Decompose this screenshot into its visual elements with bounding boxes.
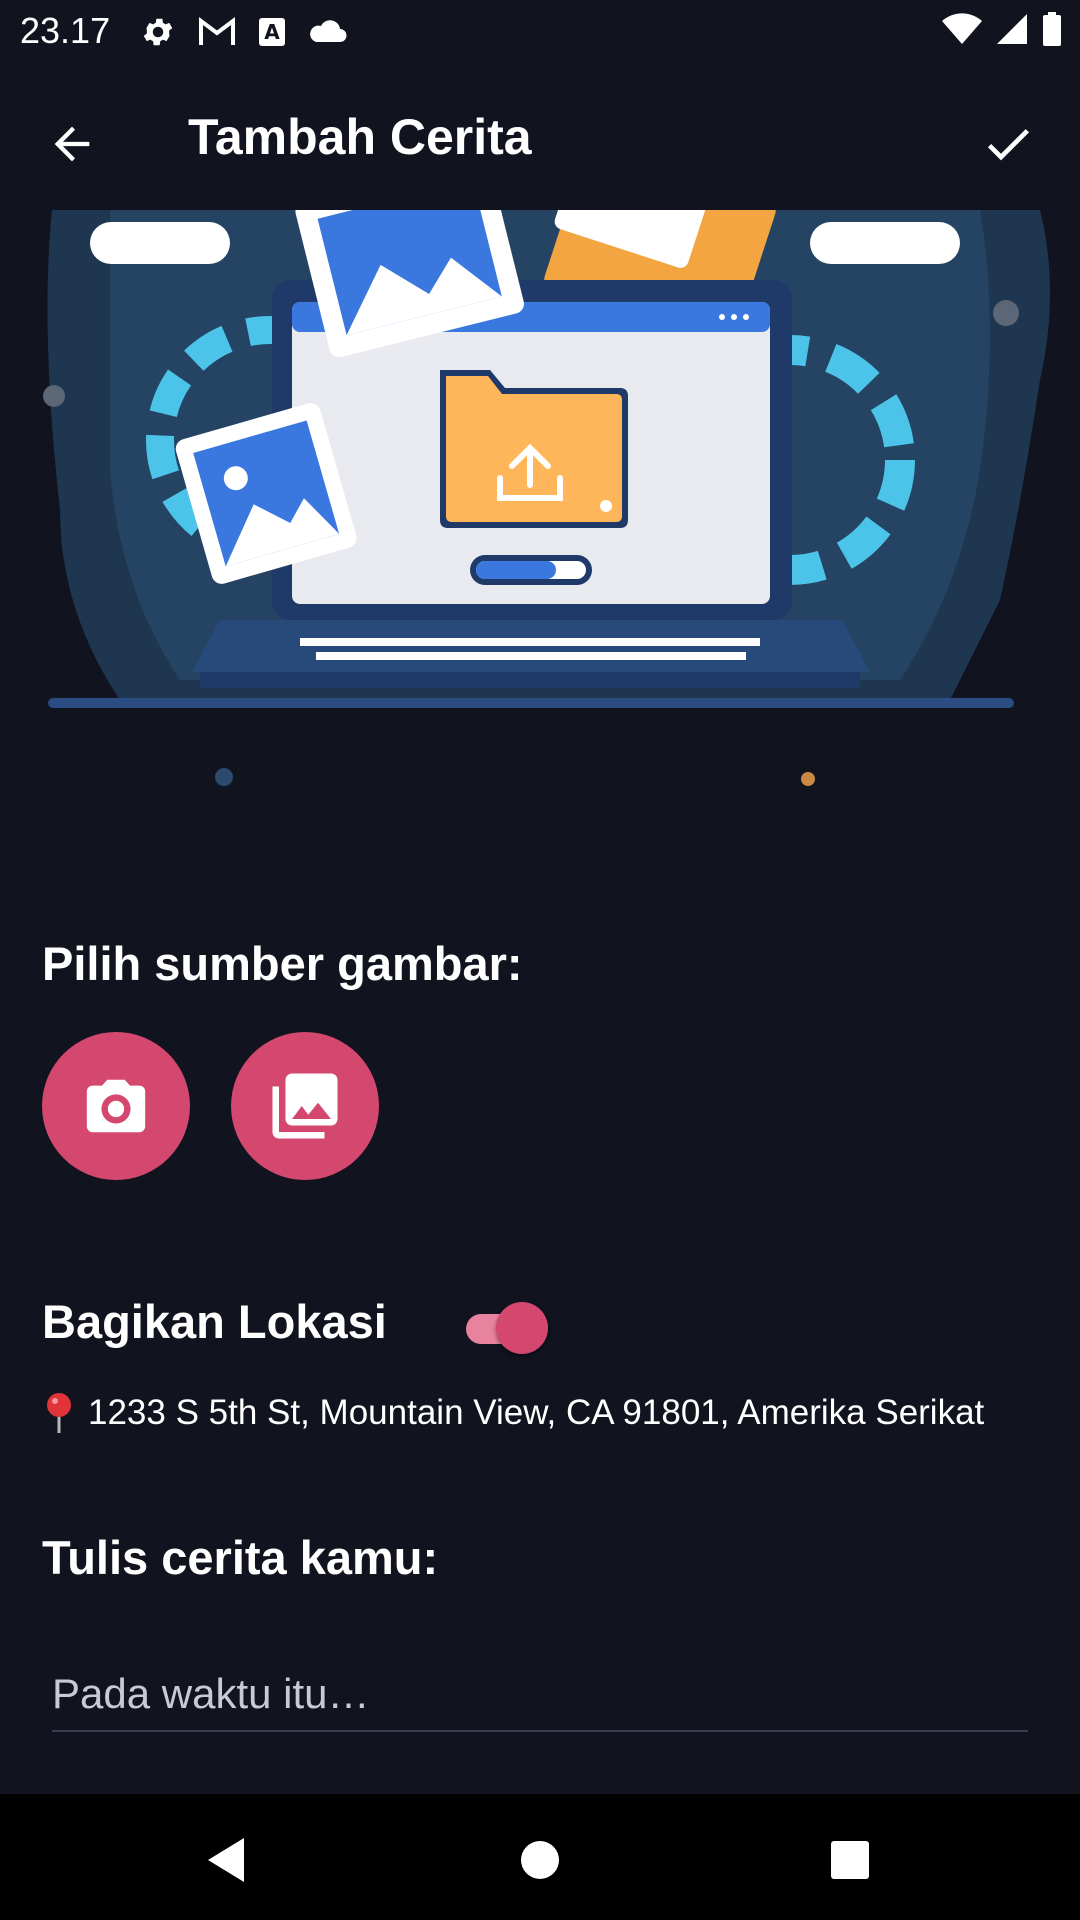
nav-recents-button[interactable] bbox=[810, 1820, 890, 1900]
location-row: 1233 S 5th St, Mountain View, CA 91801, … bbox=[44, 1392, 984, 1434]
switch-thumb bbox=[496, 1302, 548, 1354]
share-location-label: Bagikan Lokasi bbox=[42, 1295, 387, 1348]
home-circle-icon bbox=[521, 1841, 559, 1879]
page-title: Tambah Cerita bbox=[188, 109, 532, 165]
battery-icon bbox=[1043, 12, 1061, 46]
system-nav-bar bbox=[0, 1794, 1080, 1920]
confirm-button[interactable] bbox=[976, 112, 1040, 176]
status-bar: 23.17 A bbox=[0, 0, 1080, 64]
status-time: 23.17 bbox=[20, 10, 111, 51]
upload-illustration bbox=[43, 210, 1050, 786]
image-source-label: Pilih sumber gambar: bbox=[42, 937, 523, 990]
story-input[interactable] bbox=[52, 1658, 1028, 1732]
map-pin-icon bbox=[47, 1393, 71, 1433]
camera-icon bbox=[86, 1079, 146, 1133]
gmail-icon bbox=[199, 17, 235, 45]
app-toolbar: Tambah Cerita bbox=[0, 64, 1080, 212]
gear-icon bbox=[143, 18, 173, 46]
camera-button[interactable] bbox=[42, 1032, 190, 1180]
cloud-icon bbox=[310, 20, 347, 42]
recents-square-icon bbox=[831, 1841, 869, 1879]
share-location-switch[interactable] bbox=[464, 1300, 550, 1356]
nav-back-button[interactable] bbox=[186, 1820, 266, 1900]
signal-icon bbox=[997, 14, 1027, 44]
back-button[interactable] bbox=[40, 112, 104, 176]
nav-home-button[interactable] bbox=[500, 1820, 580, 1900]
check-icon bbox=[987, 129, 1029, 161]
gallery-button[interactable] bbox=[231, 1032, 379, 1180]
story-label: Tulis cerita kamu: bbox=[42, 1531, 439, 1584]
gallery-icon bbox=[272, 1073, 338, 1139]
arrow-left-icon bbox=[54, 126, 90, 162]
font-a-icon: A bbox=[259, 18, 285, 46]
wifi-icon bbox=[942, 13, 982, 44]
svg-text:A: A bbox=[264, 20, 280, 44]
location-address: 1233 S 5th St, Mountain View, CA 91801, … bbox=[88, 1393, 985, 1432]
back-triangle-icon bbox=[208, 1838, 244, 1882]
